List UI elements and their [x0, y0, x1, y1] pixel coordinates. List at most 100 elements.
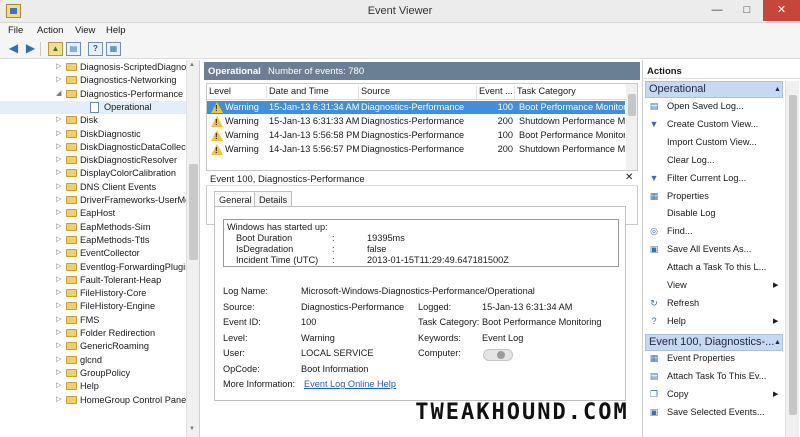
action-item[interactable]: Import Custom View...	[643, 136, 783, 149]
tab-general[interactable]: General	[214, 191, 257, 207]
tree-item[interactable]: ▷ DNS Client Events	[0, 181, 186, 194]
scroll-down-icon[interactable]: ▼	[189, 426, 195, 432]
help-icon[interactable]: ?	[88, 42, 103, 56]
tree-item[interactable]: ▷ DiskDiagnosticDataCollecto	[0, 141, 193, 154]
action-item[interactable]: ❐ Copy ▶	[643, 388, 783, 401]
expand-arrow-icon[interactable]: ▷	[56, 195, 61, 203]
tree-item[interactable]: ▷ Folder Redirection	[0, 327, 186, 340]
tree-item[interactable]: ▷ EventCollector	[0, 247, 186, 260]
expand-arrow-icon[interactable]: ▷	[56, 129, 61, 137]
tree-item[interactable]: ▷ GroupPolicy	[0, 367, 186, 380]
expand-arrow-icon[interactable]: ▷	[56, 208, 61, 216]
expand-arrow-icon[interactable]: ▷	[56, 222, 61, 230]
tab-details[interactable]: Details	[254, 191, 293, 207]
folder-up-icon[interactable]: ▲	[48, 42, 63, 56]
collapse-up-icon[interactable]: ▲	[774, 339, 781, 346]
events-vscrollbar[interactable]	[626, 84, 637, 170]
expand-arrow-icon[interactable]: ▷	[56, 182, 61, 190]
expand-arrow-icon[interactable]: ▷	[56, 315, 61, 323]
tree-item[interactable]: ▷ Fault-Tolerant-Heap	[0, 274, 186, 287]
tree-item[interactable]: ▷ Diagnosis-ScriptedDiagnost	[0, 61, 193, 74]
tree-item[interactable]: ▷ EapMethods-Sim	[0, 221, 186, 234]
table-row[interactable]: Warning 14-Jan-13 5:56:57 PMDiagnostics-P…	[207, 143, 625, 156]
tree-item[interactable]: ▷ Eventlog-ForwardingPlugin	[0, 261, 190, 274]
expand-arrow-icon[interactable]: ▷	[56, 75, 61, 83]
tree-item[interactable]: ▷ FMS	[0, 314, 186, 327]
action-item[interactable]: ▣ Save Selected Events...	[643, 406, 783, 419]
expand-arrow-icon[interactable]: ▷	[56, 248, 61, 256]
expand-arrow-icon[interactable]: ▷	[56, 395, 61, 403]
tree-item[interactable]: ▷ glcnd	[0, 354, 186, 367]
action-item[interactable]: Clear Log...	[643, 154, 783, 167]
action-item[interactable]: ↻ Refresh	[643, 297, 783, 310]
action-item[interactable]: ▼ Filter Current Log...	[643, 172, 783, 185]
action-item[interactable]: ▼ Create Custom View...	[643, 118, 783, 131]
menu-help[interactable]: Help	[106, 25, 126, 36]
close-icon[interactable]: ✕	[625, 172, 633, 183]
expand-arrow-icon[interactable]: ▷	[56, 288, 61, 296]
tree-item[interactable]: ▷ Disk	[0, 114, 186, 127]
back-arrow-icon[interactable]: ◀	[6, 42, 21, 56]
action-item[interactable]: ◎ Find...	[643, 225, 783, 238]
column-level[interactable]: Level	[207, 86, 267, 99]
forward-arrow-icon[interactable]: ▶	[23, 42, 38, 56]
action-item[interactable]: View ▶	[643, 279, 783, 292]
expand-arrow-icon[interactable]: ▷	[56, 155, 61, 163]
expand-arrow-icon[interactable]: ▷	[56, 341, 61, 349]
minimize-button[interactable]: —	[703, 0, 731, 21]
tree-item[interactable]: ▷ DiskDiagnostic	[0, 128, 186, 141]
table-row[interactable]: Warning 15-Jan-13 6:31:33 AMDiagnostics-P…	[207, 115, 625, 128]
expand-arrow-icon[interactable]: ▷	[56, 275, 61, 283]
collapse-up-icon[interactable]: ▲	[774, 86, 781, 93]
tree-item[interactable]: ▷ FileHistory-Engine	[0, 300, 186, 313]
tree-item[interactable]: ◢ Diagnostics-Performance	[0, 88, 186, 101]
tree-item[interactable]: ▷ DisplayColorCalibration	[0, 167, 186, 180]
action-item[interactable]: Attach a Task To this L...	[643, 261, 783, 274]
expand-arrow-icon[interactable]: ▷	[56, 355, 61, 363]
tree-scrollbar[interactable]: ▲ ▼	[186, 60, 199, 437]
column-source[interactable]: Source	[359, 86, 477, 99]
maximize-button[interactable]: □	[733, 0, 761, 21]
close-button[interactable]: ✕	[763, 0, 800, 21]
expand-arrow-icon[interactable]: ▷	[56, 115, 61, 123]
event-log-online-help-link[interactable]: Event Log Online Help	[304, 379, 396, 389]
expand-arrow-icon[interactable]: ▷	[56, 235, 61, 243]
expand-arrow-icon[interactable]: ▷	[56, 328, 61, 336]
menu-view[interactable]: View	[75, 25, 95, 36]
events-vscroll-thumb[interactable]	[628, 94, 636, 116]
expand-arrow-icon[interactable]: ▷	[56, 262, 61, 270]
action-item[interactable]: ? Help ▶	[643, 315, 783, 328]
actions-section-event[interactable]: Event 100, Diagnostics-... ▲	[645, 334, 783, 351]
tree-item[interactable]: ▷ HomeGroup Control Panel	[0, 394, 188, 407]
tree-item[interactable]: ▷ FileHistory-Core	[0, 287, 186, 300]
tree-item[interactable]: ▷ Diagnostics-Networking	[0, 74, 186, 87]
column-date[interactable]: Date and Time	[267, 86, 359, 99]
expand-arrow-icon[interactable]: ▷	[56, 142, 61, 150]
tree-item[interactable]: ▷ GenericRoaming	[0, 340, 186, 353]
tree-item[interactable]: ▷ DiskDiagnosticResolver	[0, 154, 186, 167]
expand-arrow-icon[interactable]: ▷	[56, 301, 61, 309]
tree-item[interactable]: ▷ DriverFrameworks-UserMoc	[0, 194, 195, 207]
tree-scroll-thumb[interactable]	[189, 164, 198, 260]
action-item[interactable]: Disable Log	[643, 207, 783, 220]
expand-arrow-icon[interactable]: ◢	[56, 89, 61, 97]
actions-section-operational[interactable]: Operational ▲	[645, 81, 783, 98]
action-item[interactable]: ▤ Attach Task To This Ev...	[643, 370, 783, 383]
properties-icon[interactable]: ▤	[66, 42, 81, 56]
scroll-up-icon[interactable]: ▲	[189, 62, 195, 68]
action-item[interactable]: ▣ Save All Events As...	[643, 243, 783, 256]
action-item[interactable]: ▦ Properties	[643, 190, 783, 203]
expand-arrow-icon[interactable]: ▷	[56, 62, 61, 70]
tree-item[interactable]: ▷ EapHost	[0, 207, 186, 220]
tree-item[interactable]: ▷ EapMethods-Ttls	[0, 234, 186, 247]
action-item[interactable]: ▤ Open Saved Log...	[643, 100, 783, 113]
column-event-id[interactable]: Event ...	[477, 86, 515, 99]
actions-scrollbar[interactable]	[785, 81, 799, 437]
menu-file[interactable]: File	[8, 25, 23, 36]
column-task-category[interactable]: Task Category	[515, 86, 627, 99]
tree-item[interactable]: ▷ Help	[0, 380, 186, 393]
expand-arrow-icon[interactable]: ▷	[56, 168, 61, 176]
actions-scroll-thumb[interactable]	[789, 95, 797, 415]
table-row[interactable]: Warning 15-Jan-13 6:31:34 AMDiagnostics-P…	[207, 101, 625, 114]
menu-action[interactable]: Action	[37, 25, 63, 36]
